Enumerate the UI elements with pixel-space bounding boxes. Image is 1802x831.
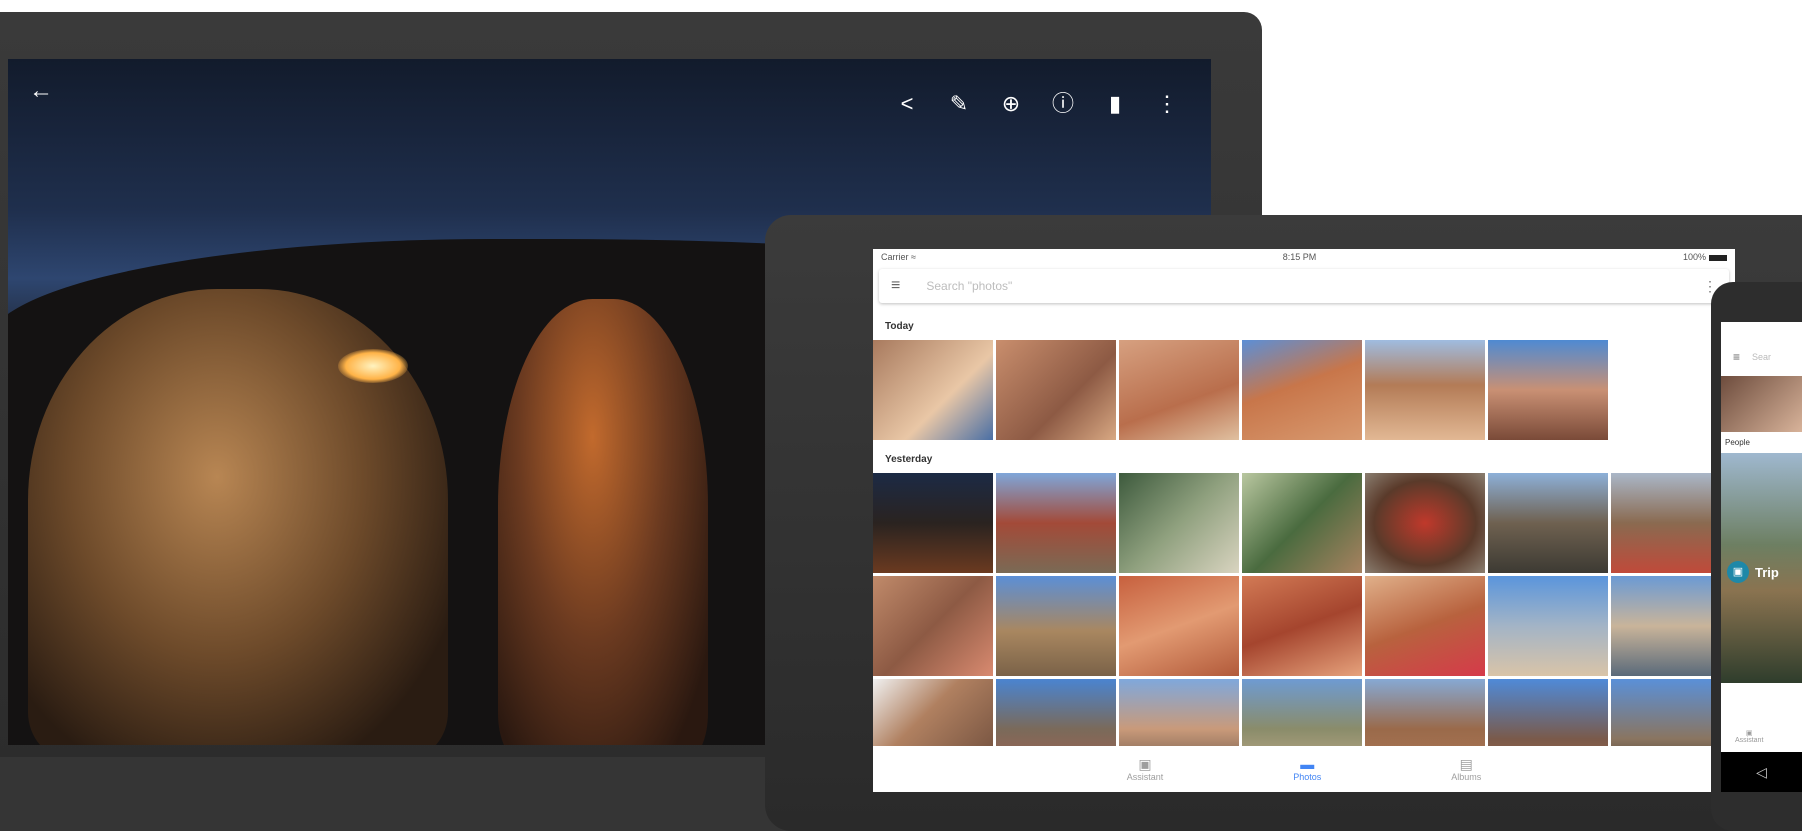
time-label: 8:15 PM xyxy=(1282,252,1317,262)
phone-device: ≡ Sear People ▣ Trip ▣ Assistant ◁ xyxy=(1711,282,1802,831)
system-nav-bar: ◁ xyxy=(1721,752,1802,792)
search-bar[interactable]: ≡ Sear xyxy=(1721,342,1802,372)
more-vert-icon[interactable]: ⋮ xyxy=(1152,89,1182,119)
photo-thumbnail[interactable] xyxy=(1242,576,1362,676)
nav-photos[interactable]: ▬ Photos xyxy=(1293,756,1321,782)
nav-assistant[interactable]: ▣ Assistant xyxy=(1735,729,1763,744)
trip-chip: ▣ Trip xyxy=(1727,561,1779,583)
photo-thumbnail[interactable] xyxy=(996,576,1116,676)
menu-icon[interactable]: ≡ xyxy=(1733,350,1740,364)
trip-title: Trip xyxy=(1755,564,1779,580)
photo-grid-yesterday-row1 xyxy=(873,473,1735,573)
assistant-icon: ▣ xyxy=(1745,730,1753,737)
marshmallow-flame xyxy=(338,349,408,383)
photo-grid-yesterday-row2 xyxy=(873,576,1735,676)
photo-person-boy xyxy=(498,299,708,745)
section-header-yesterday: Yesterday xyxy=(885,454,933,465)
photo-thumbnail[interactable] xyxy=(1242,340,1362,440)
photo-thumbnail[interactable] xyxy=(873,340,993,440)
photo-thumbnail[interactable] xyxy=(873,576,993,676)
battery-icon xyxy=(1708,254,1727,261)
search-input[interactable]: Search "photos" xyxy=(926,279,1703,293)
tablet-device: Carrier ≈ 8:15 PM 100% ≡ Search "photos"… xyxy=(765,215,1802,831)
share-icon[interactable]: < xyxy=(892,89,922,119)
trip-card[interactable]: ▣ Trip xyxy=(1721,453,1802,683)
carrier-label: Carrier ≈ xyxy=(881,252,916,262)
photo-thumbnail[interactable] xyxy=(1119,340,1239,440)
albums-icon: ▤ xyxy=(1459,756,1473,772)
nav-label: Photos xyxy=(1293,772,1322,782)
nav-label: Assistant xyxy=(1735,737,1764,744)
delete-icon[interactable]: ▮ xyxy=(1100,89,1130,119)
photo-thumbnail[interactable] xyxy=(1119,473,1239,573)
photo-thumbnail[interactable] xyxy=(996,473,1116,573)
people-label: People xyxy=(1725,438,1750,447)
people-thumbnail[interactable] xyxy=(1721,376,1802,432)
arrow-left-icon[interactable]: ← xyxy=(24,76,58,106)
photo-thumbnail[interactable] xyxy=(1365,473,1485,573)
photo-thumbnail[interactable] xyxy=(1488,473,1608,573)
edit-icon[interactable]: ✎ xyxy=(944,89,974,119)
photo-thumbnail[interactable] xyxy=(1488,576,1608,676)
section-header-today: Today xyxy=(885,321,914,332)
info-icon[interactable]: ⓘ xyxy=(1048,89,1078,119)
search-bar[interactable]: ≡ Search "photos" ⋮ xyxy=(879,269,1729,303)
assistant-icon: ▣ xyxy=(1138,756,1152,772)
photo-thumbnail[interactable] xyxy=(1365,576,1485,676)
nav-label: Assistant xyxy=(1126,772,1164,782)
photo-thumbnail[interactable] xyxy=(873,473,993,573)
battery-indicator: 100% xyxy=(1683,252,1727,262)
phone-screen: ≡ Sear People ▣ Trip ▣ Assistant ◁ xyxy=(1721,322,1802,792)
nav-assistant[interactable]: ▣ Assistant xyxy=(1127,756,1164,782)
nav-label: Albums xyxy=(1451,772,1482,782)
photo-thumbnail[interactable] xyxy=(1119,576,1239,676)
photo-grid-today xyxy=(873,340,1735,440)
photo-thumbnail[interactable] xyxy=(1242,473,1362,573)
nav-albums[interactable]: ▤ Albums xyxy=(1451,756,1481,782)
photos-icon: ▬ xyxy=(1300,756,1315,772)
photo-thumbnail[interactable] xyxy=(996,340,1116,440)
photo-thumbnail[interactable] xyxy=(1488,340,1608,440)
menu-icon[interactable]: ≡ xyxy=(891,277,900,295)
viewer-toolbar: < ✎ ⊕ ⓘ ▮ ⋮ xyxy=(892,89,1182,119)
bottom-navigation: ▣ Assistant ▬ Photos ▤ Albums xyxy=(873,746,1735,792)
tablet-screen: Carrier ≈ 8:15 PM 100% ≡ Search "photos"… xyxy=(873,249,1735,792)
album-icon: ▣ xyxy=(1727,561,1749,583)
back-icon[interactable]: ◁ xyxy=(1756,764,1767,780)
status-bar: Carrier ≈ 8:15 PM 100% xyxy=(873,249,1735,265)
photo-thumbnail[interactable] xyxy=(1365,340,1485,440)
zoom-icon[interactable]: ⊕ xyxy=(996,89,1026,119)
search-input[interactable]: Sear xyxy=(1752,352,1771,362)
